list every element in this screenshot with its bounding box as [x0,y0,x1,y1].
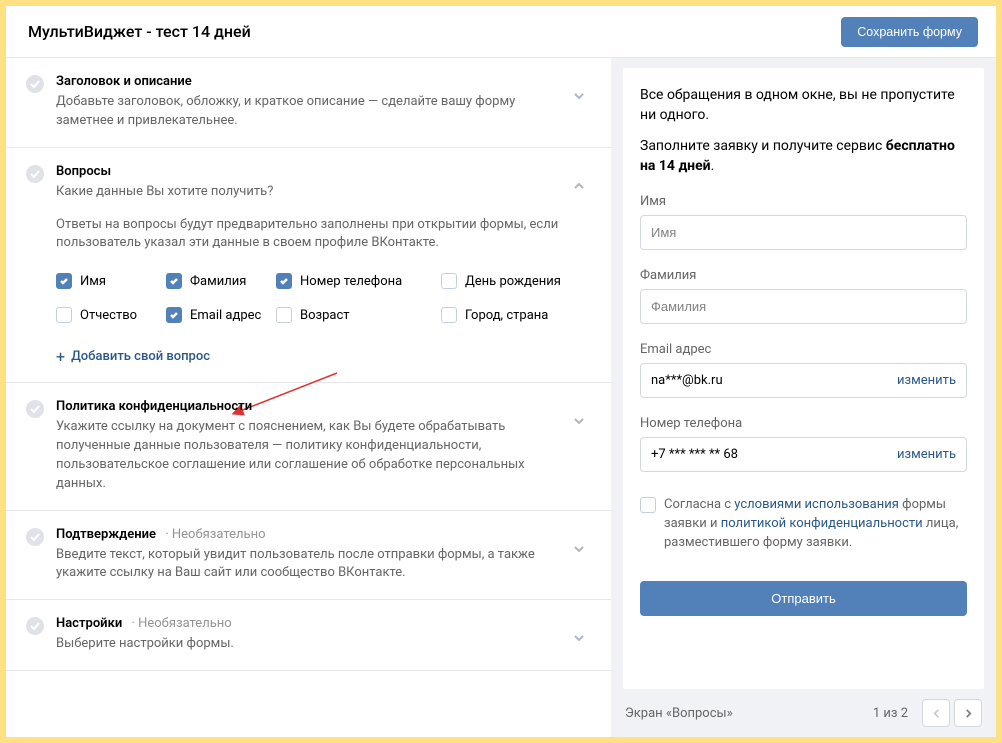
section-confirm: Подтверждение · Необязательно Введите те… [6,511,611,601]
check-icon [26,400,44,418]
email-value: na***@bk.ru [651,373,723,388]
checkbox-patronymic[interactable]: Отчество [56,307,166,323]
section-header-desc: Заголовок и описание Добавьте заголовок,… [6,58,611,148]
chevron-down-icon[interactable] [567,409,591,433]
section-title: Вопросы [56,164,559,179]
checkbox-age[interactable]: Возраст [276,307,441,323]
check-icon [26,165,44,183]
checkbox-surname[interactable]: Фамилия [166,273,276,289]
section-desc: Введите текст, который увидит пользовате… [56,546,559,584]
field-email: Email адрес na***@bk.ru изменить [640,342,967,398]
screen-label: Экран «Вопросы» [625,706,733,721]
optional-badge: · Необязательно [162,527,265,542]
checkbox-phone[interactable]: Номер телефона [276,273,441,289]
pager-next-button[interactable] [954,699,982,727]
app-frame: МультиВиджет - тест 14 дней Сохранить фо… [0,0,1002,743]
email-label: Email адрес [640,342,967,357]
section-desc: Какие данные Вы хотите получить? [56,183,559,202]
checkbox-birthday[interactable]: День рождения [441,273,601,289]
section-desc: Выберите настройки формы. [56,635,559,654]
chevron-down-icon[interactable] [567,626,591,650]
field-surname: Фамилия [640,268,967,324]
phone-value: +7 *** *** ** 68 [651,447,738,462]
topbar: МультиВиджет - тест 14 дней Сохранить фо… [6,6,996,58]
plus-icon: + [56,347,65,366]
chevron-right-icon [964,709,973,718]
name-label: Имя [640,194,967,209]
section-questions: Вопросы Какие данные Вы хотите получить?… [6,148,611,384]
phone-change-link[interactable]: изменить [897,447,956,462]
preview-line2: Заполните заявку и получите сервис беспл… [640,136,967,177]
section-title: Настройки [56,616,122,631]
preview-panel: Все обращения в одном окне, вы не пропус… [611,58,996,737]
section-privacy: Политика конфиденциальности Укажите ссыл… [6,383,611,510]
pager: 1 из 2 [873,699,982,727]
optional-badge: · Необязательно [128,616,231,631]
phone-label: Номер телефона [640,416,967,431]
surname-label: Фамилия [640,268,967,283]
checkbox-city[interactable]: Город, страна [441,307,601,323]
section-title: Политика конфиденциальности [56,399,559,414]
left-panel: Заголовок и описание Добавьте заголовок,… [6,58,611,737]
consent-checkbox[interactable] [640,497,656,513]
questions-info: Ответы на вопросы будут предварительно з… [56,216,591,254]
chevron-left-icon [932,709,941,718]
phone-value-box: +7 *** *** ** 68 изменить [640,437,967,472]
terms-link[interactable]: условиями использования [734,497,899,512]
section-title: Заголовок и описание [56,74,559,89]
field-phone: Номер телефона +7 *** *** ** 68 изменить [640,416,967,472]
field-name: Имя [640,194,967,250]
chevron-down-icon[interactable] [567,537,591,561]
privacy-link[interactable]: политикой конфиденциальности [721,516,923,531]
section-desc: Добавьте заголовок, обложку, и краткое о… [56,93,559,131]
preview-footer: Экран «Вопросы» 1 из 2 [611,689,996,737]
chevron-down-icon[interactable] [567,84,591,108]
checkbox-email[interactable]: Email адрес [166,307,276,323]
submit-button[interactable]: Отправить [640,581,967,616]
preview-card: Все обращения в одном окне, вы не пропус… [623,68,984,689]
name-input[interactable] [640,215,967,250]
field-checkboxes: Имя Фамилия Номер телефона День рож [56,273,591,323]
surname-input[interactable] [640,289,967,324]
pager-prev-button[interactable] [922,699,950,727]
section-desc: Укажите ссылку на документ с пояснением,… [56,418,559,493]
save-form-button[interactable]: Сохранить форму [841,17,978,47]
section-title: Подтверждение [56,527,156,542]
section-settings: Настройки · Необязательно Выберите настр… [6,600,611,671]
check-icon [26,528,44,546]
pager-text: 1 из 2 [873,706,908,721]
body: Заголовок и описание Добавьте заголовок,… [6,58,996,737]
chevron-up-icon[interactable] [567,174,591,198]
preview-line1: Все обращения в одном окне, вы не пропус… [640,85,967,126]
email-change-link[interactable]: изменить [897,373,956,388]
add-question-button[interactable]: + Добавить свой вопрос [56,347,591,366]
checkbox-name[interactable]: Имя [56,273,166,289]
email-value-box: na***@bk.ru изменить [640,363,967,398]
check-icon [26,75,44,93]
page-title: МультиВиджет - тест 14 дней [28,22,251,41]
check-icon [26,617,44,635]
consent-row: Согласна с условиями использования формы… [640,496,967,553]
